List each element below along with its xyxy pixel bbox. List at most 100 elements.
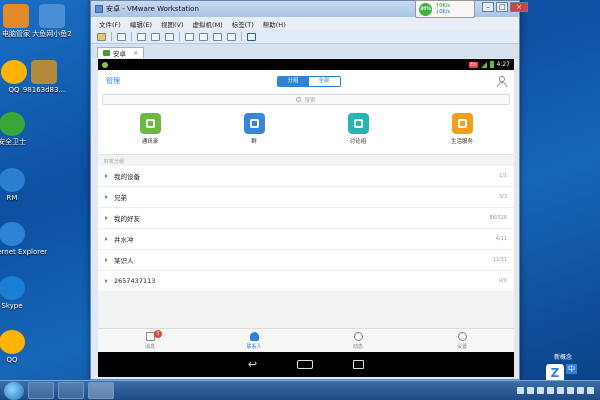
tab-label: 消息 [144, 344, 155, 350]
quick-action-life-service[interactable]: 生活服务 [432, 113, 492, 145]
library-button[interactable] [185, 32, 194, 41]
discussion-icon [347, 113, 369, 134]
contacts-icon [249, 332, 259, 341]
quick-action-groups[interactable]: 群 [224, 113, 284, 145]
tab-settings[interactable]: 设置 [432, 329, 492, 352]
skype-icon [0, 276, 25, 300]
segment-all[interactable]: 全部 [308, 76, 340, 86]
console-view-button[interactable] [247, 32, 256, 41]
network-meter[interactable]: 30% ↑0K/s ↓0K/s [415, 0, 475, 18]
toolbar-separator [241, 32, 242, 41]
ime-mode[interactable]: 中 [566, 364, 577, 374]
group-name: 某识人 [114, 257, 134, 265]
desktop-icon[interactable]: RM [0, 168, 36, 203]
menu-help[interactable]: 帮助(H) [263, 19, 286, 29]
desktop-icon[interactable]: Internet Explorer [0, 222, 47, 257]
list-item[interactable]: 2657437113 0/0 [98, 271, 514, 292]
group-name: 我的设备 [114, 173, 140, 181]
search-input[interactable]: 搜索 [102, 94, 510, 105]
add-contact-icon[interactable] [497, 76, 507, 87]
quick-action-contacts[interactable]: 通讯录 [120, 113, 180, 145]
ime-label: 新概念 [554, 354, 573, 361]
tab-android[interactable]: 安卓 × [97, 47, 145, 58]
menu-view[interactable]: 视图(V) [161, 19, 184, 29]
chevron-right-icon [105, 279, 108, 283]
taskbar-vmware-icon[interactable] [88, 382, 114, 399]
tab-label: 安卓 [113, 50, 126, 58]
quick-action-label: 生活服务 [450, 139, 473, 145]
group-count: 0/0 [498, 278, 507, 284]
home-icon[interactable] [297, 360, 314, 369]
menu-vm[interactable]: 虚拟机(M) [193, 19, 223, 29]
tray-icon[interactable] [587, 387, 594, 394]
group-count: 1/1 [498, 173, 507, 179]
desktop-icon[interactable]: Skype [0, 276, 36, 311]
group-count: 86/326 [489, 215, 507, 221]
vmware-window: 安卓 - VMware Workstation 文件(F) 编辑(E) 视图(V… [90, 0, 520, 380]
desktop-icon[interactable]: QQ [0, 330, 36, 365]
input-language-badge: En [469, 61, 478, 68]
app-header: 管理 分组 全部 [98, 70, 514, 92]
tray-icon[interactable] [517, 387, 524, 394]
tray-icon[interactable] [557, 387, 564, 394]
snapshot-manager-button[interactable] [165, 32, 174, 41]
tray-icon[interactable] [567, 387, 574, 394]
menu-edit[interactable]: 编辑(E) [130, 19, 152, 29]
taskbar-explorer-icon[interactable] [58, 382, 84, 399]
gear-icon [457, 332, 467, 341]
thumbnail-button[interactable] [199, 32, 208, 41]
toolbar [91, 30, 519, 44]
tray-icon[interactable] [537, 387, 544, 394]
system-tray [517, 387, 600, 394]
close-icon[interactable]: × [133, 49, 138, 57]
window-controls: – □ × [482, 2, 528, 12]
list-item[interactable]: 某识人 11/31 [98, 250, 514, 271]
chevron-right-icon [105, 195, 108, 199]
power-button[interactable] [97, 32, 106, 41]
manage-button[interactable]: 管理 [106, 76, 120, 86]
close-icon[interactable]: × [510, 2, 528, 12]
tab-label: 联系人 [246, 344, 262, 350]
list-item[interactable]: 我的好友 86/326 [98, 208, 514, 229]
recent-apps-icon[interactable] [353, 360, 365, 369]
desktop-icon[interactable]: 98163d83... [20, 60, 68, 95]
menu-tabs[interactable]: 标签(T) [232, 19, 254, 29]
list-item[interactable]: 井水冲 4/11 [98, 229, 514, 250]
toolbar-separator [111, 32, 112, 41]
snapshot-button[interactable] [137, 32, 146, 41]
desktop-icon[interactable]: 大鱼网小鱼2 [28, 4, 76, 39]
search-container: 搜索 [98, 92, 514, 111]
phone-book-icon [139, 113, 161, 134]
group-name: 井水冲 [114, 236, 134, 244]
group-name: 我的好友 [114, 215, 140, 223]
desktop-icon[interactable]: 安全卫士 [0, 112, 36, 147]
taskbar-ie-icon[interactable] [28, 382, 54, 399]
tray-icon[interactable] [527, 387, 534, 394]
tab-contacts[interactable]: 联系人 [224, 329, 284, 352]
quick-action-discussion[interactable]: 讨论组 [328, 113, 388, 145]
desktop-icon-label: QQ [6, 356, 18, 364]
quick-actions: 通讯录 群 讨论组 生活服务 [98, 111, 514, 155]
list-item[interactable]: 我的设备 1/1 [98, 166, 514, 187]
back-icon[interactable]: ↩ [248, 358, 257, 371]
fullscreen-button[interactable] [213, 32, 222, 41]
segment-groups[interactable]: 分组 [277, 76, 309, 86]
unity-button[interactable] [227, 32, 236, 41]
revert-snapshot-button[interactable] [151, 32, 160, 41]
tray-icon[interactable] [547, 387, 554, 394]
tab-messages[interactable]: 3 消息 [120, 329, 180, 352]
window-title: 安卓 - VMware Workstation [106, 5, 199, 13]
send-keys-button[interactable] [117, 32, 126, 41]
menu-file[interactable]: 文件(F) [99, 19, 121, 29]
vmware-icon [95, 5, 103, 13]
android-screen: En 4:27 管理 分组 全部 搜索 通讯录 群 讨论组 生活服务 好友分组 … [98, 59, 514, 377]
tray-icon[interactable] [577, 387, 584, 394]
start-button[interactable] [4, 381, 24, 400]
shield-icon [0, 112, 25, 136]
vm-tab-icon [103, 50, 110, 56]
tab-feed[interactable]: 动态 [328, 329, 388, 352]
maximize-icon[interactable]: □ [496, 2, 508, 12]
ime-widget[interactable]: 新概念 Z 中 [546, 352, 594, 382]
minimize-icon[interactable]: – [482, 2, 494, 12]
list-item[interactable]: 兄弟 3/3 [98, 187, 514, 208]
